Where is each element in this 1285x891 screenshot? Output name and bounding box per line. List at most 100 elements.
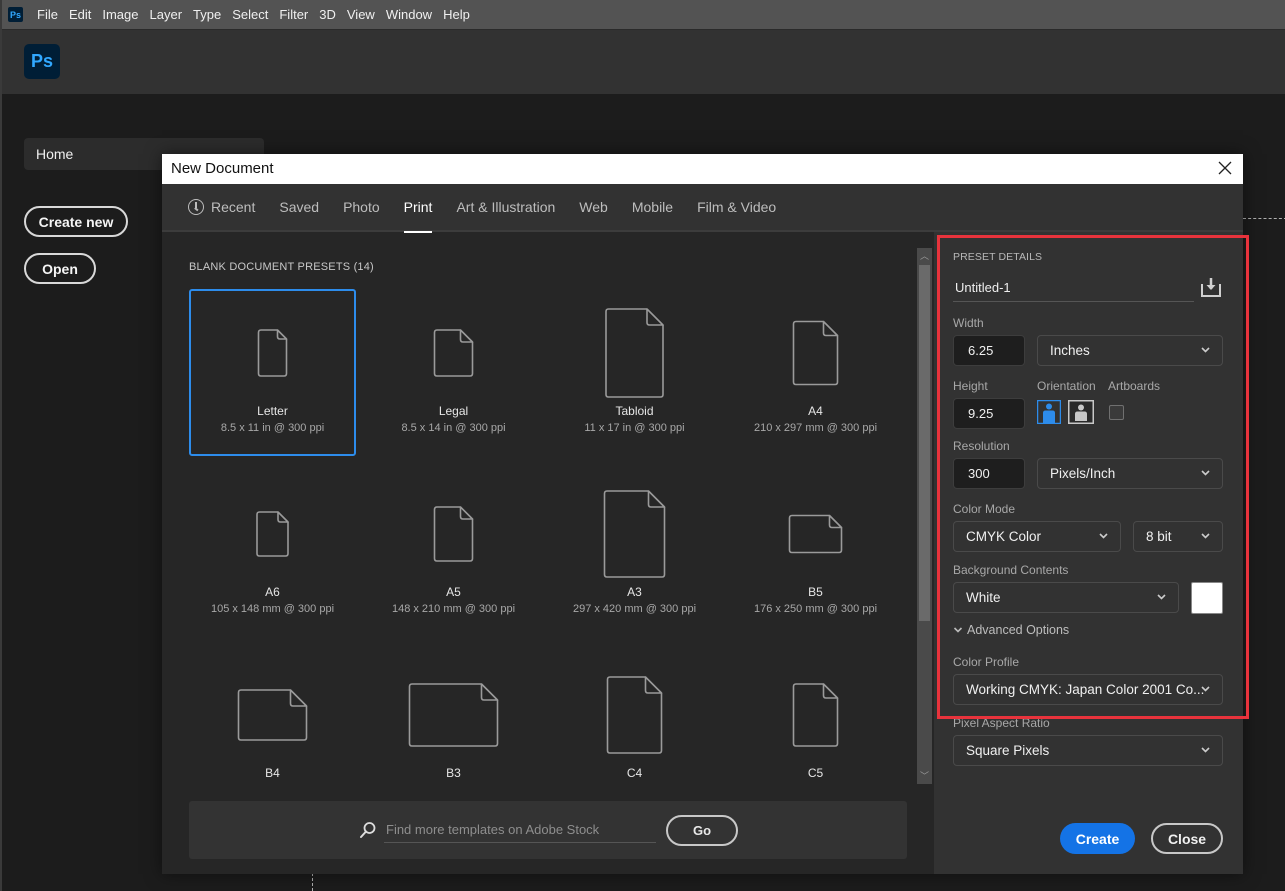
stock-search-input[interactable]	[384, 817, 656, 843]
preset-size: 105 x 148 mm @ 300 ppi	[210, 603, 335, 615]
menu-3d[interactable]: 3D	[319, 7, 336, 22]
width-unit-select[interactable]: Inches	[1037, 335, 1223, 366]
resolution-unit-select[interactable]: Pixels/Inch	[1037, 458, 1223, 489]
document-icon	[433, 329, 474, 377]
preset-tile-a6[interactable]: A6 105 x 148 mm @ 300 ppi	[189, 470, 356, 637]
chevron-down-icon	[1157, 594, 1166, 600]
background-contents-select[interactable]: White	[953, 582, 1179, 613]
chevron-down-icon	[1201, 347, 1210, 353]
new-document-dialog: New Document Recent Saved Photo Print Ar…	[162, 154, 1243, 874]
preset-tile-a5[interactable]: A5 148 x 210 mm @ 300 ppi	[370, 470, 537, 637]
menu-help[interactable]: Help	[443, 7, 470, 22]
preset-name: B3	[446, 766, 461, 780]
clock-icon	[188, 199, 204, 215]
menu-type[interactable]: Type	[193, 7, 221, 22]
menu-view[interactable]: View	[347, 7, 375, 22]
preset-name: A5	[446, 585, 461, 599]
presets-title: BLANK DOCUMENT PRESETS	[189, 261, 351, 273]
document-icon	[237, 689, 308, 741]
go-button[interactable]: Go	[666, 815, 738, 846]
color-mode-value: CMYK Color	[966, 529, 1042, 544]
open-button[interactable]: Open	[24, 253, 96, 284]
preset-tile-b5[interactable]: B5 176 x 250 mm @ 300 ppi	[732, 470, 899, 637]
create-button[interactable]: Create	[1060, 823, 1135, 854]
preset-tile-tabloid[interactable]: Tabloid 11 x 17 in @ 300 ppi	[551, 289, 718, 456]
background-color-swatch[interactable]	[1191, 582, 1223, 614]
color-profile-select[interactable]: Working CMYK: Japan Color 2001 Co...	[953, 674, 1223, 705]
landscape-orientation-icon[interactable]	[1068, 400, 1094, 424]
tab-mobile[interactable]: Mobile	[632, 183, 673, 231]
preset-tile-letter[interactable]: Letter 8.5 x 11 in @ 300 ppi	[189, 289, 356, 456]
portrait-orientation-icon[interactable]	[1037, 400, 1061, 424]
menu-image[interactable]: Image	[102, 7, 138, 22]
color-profile-value: Working CMYK: Japan Color 2001 Co...	[966, 682, 1205, 697]
tab-art-illustration[interactable]: Art & Illustration	[456, 183, 555, 231]
menu-file[interactable]: File	[37, 7, 58, 22]
preset-tile-legal[interactable]: Legal 8.5 x 14 in @ 300 ppi	[370, 289, 537, 456]
preset-grid: Letter 8.5 x 11 in @ 300 ppi Legal 8.5 x 14…	[189, 289, 913, 789]
orientation-label: Orientation	[1037, 379, 1096, 393]
close-button[interactable]: Close	[1151, 823, 1223, 854]
preset-name: A6	[265, 585, 280, 599]
scroll-up-icon[interactable]: ︿	[917, 249, 932, 263]
document-icon	[257, 329, 288, 377]
chevron-down-icon	[1201, 470, 1210, 476]
height-input[interactable]	[953, 398, 1025, 429]
tab-saved[interactable]: Saved	[279, 183, 319, 231]
preset-name: C4	[626, 766, 643, 780]
menu-window[interactable]: Window	[386, 7, 432, 22]
document-name-input[interactable]	[953, 274, 1194, 302]
resolution-label: Resolution	[953, 439, 1010, 453]
document-icon	[603, 490, 666, 578]
tab-recent[interactable]: Recent	[188, 183, 255, 231]
tab-print[interactable]: Print	[403, 183, 432, 233]
color-mode-select[interactable]: CMYK Color	[953, 521, 1121, 552]
preset-tile-c4[interactable]: C4	[551, 651, 718, 789]
artboards-checkbox[interactable]	[1109, 405, 1124, 420]
advanced-options-toggle[interactable]: Advanced Options	[953, 623, 1069, 637]
menu-bar: Ps File Edit Image Layer Type Select Fil…	[2, 0, 1285, 30]
save-preset-icon[interactable]	[1200, 276, 1222, 298]
background-contents-value: White	[966, 590, 1001, 605]
menu-filter[interactable]: Filter	[279, 7, 308, 22]
chevron-down-icon	[1201, 747, 1210, 753]
document-icon	[792, 320, 839, 386]
width-input[interactable]	[953, 335, 1025, 366]
preset-tile-c5[interactable]: C5	[732, 651, 899, 789]
tab-web[interactable]: Web	[579, 183, 608, 231]
bit-depth-select[interactable]: 8 bit	[1133, 521, 1223, 552]
background-contents-label: Background Contents	[953, 563, 1069, 577]
width-unit-value: Inches	[1050, 343, 1090, 358]
artboards-label: Artboards	[1108, 379, 1161, 393]
preset-tile-a4[interactable]: A4 210 x 297 mm @ 300 ppi	[732, 289, 899, 456]
scroll-thumb[interactable]	[919, 265, 930, 621]
menu-select[interactable]: Select	[232, 7, 268, 22]
menu-edit[interactable]: Edit	[69, 7, 91, 22]
dialog-title-bar: New Document	[162, 154, 1243, 184]
preset-tile-a3[interactable]: A3 297 x 420 mm @ 300 ppi	[551, 470, 718, 637]
document-icon	[606, 676, 663, 754]
preset-name: Legal	[438, 404, 469, 418]
create-new-button[interactable]: Create new	[24, 206, 128, 237]
preset-size: 11 x 17 in @ 300 ppi	[584, 422, 685, 434]
preset-tile-b3[interactable]: B3	[370, 651, 537, 789]
preset-size: 210 x 297 mm @ 300 ppi	[753, 422, 878, 434]
menu-layer[interactable]: Layer	[150, 7, 183, 22]
preset-scrollbar[interactable]: ︿ ﹀	[917, 248, 932, 784]
scroll-down-icon[interactable]: ﹀	[917, 769, 932, 783]
chevron-down-icon	[1201, 686, 1210, 692]
resolution-input[interactable]	[953, 458, 1025, 489]
tab-photo[interactable]: Photo	[343, 183, 380, 231]
guide-line	[312, 873, 313, 891]
preset-name: A3	[627, 585, 642, 599]
preset-size: 8.5 x 14 in @ 300 ppi	[401, 422, 506, 434]
preset-tile-b4[interactable]: B4	[189, 651, 356, 789]
stock-search-bar: Go	[189, 801, 907, 859]
tab-film-video[interactable]: Film & Video	[697, 183, 776, 231]
presets-count: (14)	[353, 261, 374, 273]
close-icon[interactable]	[1215, 159, 1235, 179]
pixel-aspect-ratio-select[interactable]: Square Pixels	[953, 735, 1223, 766]
presets-heading: BLANK DOCUMENT PRESETS (14)	[189, 261, 374, 273]
chevron-down-icon	[1201, 533, 1210, 539]
advanced-options-label: Advanced Options	[967, 623, 1070, 637]
